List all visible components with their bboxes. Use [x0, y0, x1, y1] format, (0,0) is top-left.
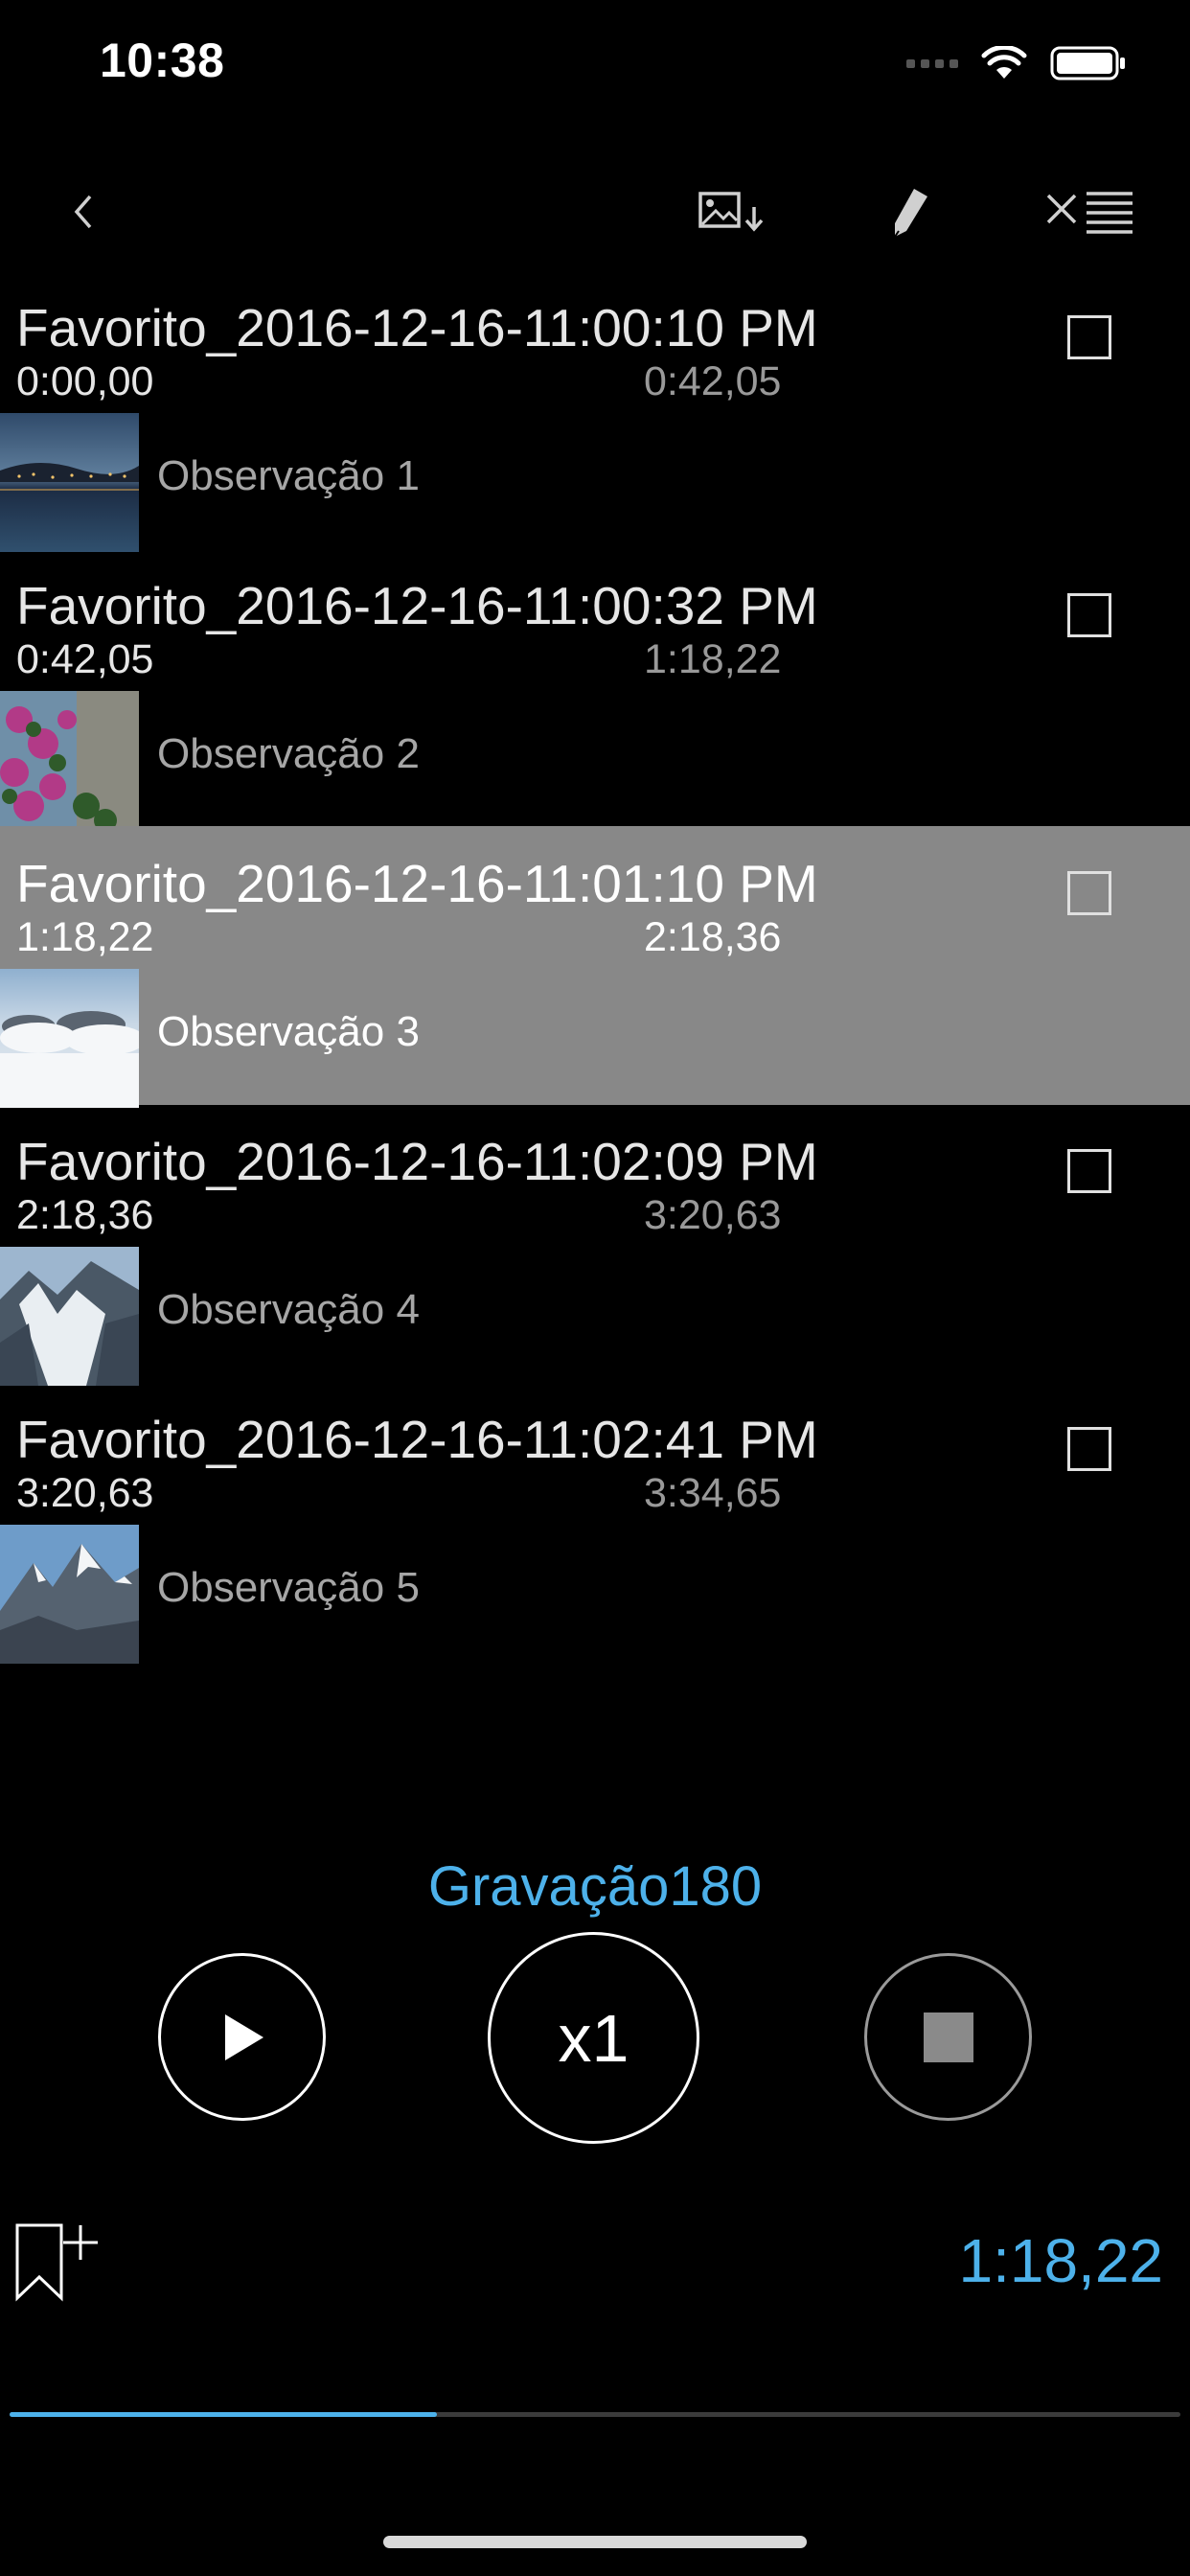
clear-list-icon [1046, 192, 1133, 234]
bookmark-note: Observação 2 [157, 730, 420, 777]
bookmark-row[interactable]: Favorito_2016-12-16-11:01:10 PM 1:18,22 2:… [0, 826, 1190, 1108]
bookmark-checkbox[interactable] [1067, 1149, 1111, 1193]
play-icon [224, 2013, 263, 2060]
bookmark-checkbox[interactable] [1067, 1427, 1111, 1471]
bookmark-note: Observação 1 [157, 452, 420, 499]
clear-list-button[interactable] [1042, 169, 1138, 255]
bookmark-thumbnail [0, 413, 139, 552]
progress-fill [10, 2412, 438, 2417]
bookmark-start-time: 1:18,22 [16, 914, 154, 960]
progress-bar[interactable] [10, 2412, 1180, 2417]
export-image-button[interactable] [690, 169, 776, 255]
image-download-icon [698, 192, 764, 232]
bookmark-thumbnail [0, 1247, 139, 1386]
recording-name: Gravação180 [427, 1855, 763, 1918]
battery-icon [1050, 46, 1125, 80]
bookmark-end-time: 2:18,36 [644, 914, 782, 960]
bookmark-thumbnail [0, 691, 139, 830]
bookmark-end-time: 0:42,05 [644, 358, 782, 404]
bookmark-note: Observação 5 [157, 1564, 420, 1611]
pencil-icon [894, 189, 927, 238]
bookmark-add-icon [15, 2223, 98, 2302]
speed-button[interactable]: x1 [488, 1932, 699, 2144]
play-button[interactable] [158, 1953, 326, 2121]
back-button[interactable] [40, 169, 126, 255]
bookmark-end-time: 3:20,63 [644, 1192, 782, 1238]
bookmark-end-time: 3:34,65 [644, 1470, 782, 1516]
edit-button[interactable] [867, 169, 953, 255]
stop-icon [923, 2012, 973, 2062]
bookmark-title: Favorito_2016-12-16-11:00:10 PM [16, 298, 818, 357]
add-bookmark-button[interactable] [13, 2221, 109, 2308]
cellular-signal-icon [906, 58, 958, 68]
bookmark-row[interactable]: Favorito_2016-12-16-11:00:10 PM 0:00,00 0:… [0, 270, 1190, 552]
bookmark-note: Observação 3 [157, 1008, 420, 1055]
bookmark-row[interactable]: Favorito_2016-12-16-11:02:41 PM 3:20,63 3:… [0, 1382, 1190, 1664]
bookmark-row[interactable]: Favorito_2016-12-16-11:02:09 PM 2:18,36 3:… [0, 1104, 1190, 1386]
bookmark-note: Observação 4 [157, 1286, 420, 1333]
bookmark-start-time: 2:18,36 [16, 1192, 154, 1238]
bookmark-thumbnail [0, 969, 139, 1108]
bookmark-checkbox[interactable] [1067, 315, 1111, 359]
wifi-icon [981, 46, 1027, 79]
bookmark-title: Favorito_2016-12-16-11:02:09 PM [16, 1132, 818, 1191]
bookmark-start-time: 0:42,05 [16, 636, 154, 682]
bookmark-start-time: 0:00,00 [16, 358, 154, 404]
bookmark-start-time: 3:20,63 [16, 1470, 154, 1516]
bookmark-row[interactable]: Favorito_2016-12-16-11:00:32 PM 0:42,05 1:… [0, 548, 1190, 830]
bookmark-end-time: 1:18,22 [644, 636, 782, 682]
bookmark-thumbnail [0, 1525, 139, 1664]
bookmark-checkbox[interactable] [1067, 871, 1111, 915]
chevron-left-icon [74, 195, 92, 229]
bookmark-title: Favorito_2016-12-16-11:01:10 PM [16, 854, 818, 913]
current-time: 1:18,22 [958, 2226, 1163, 2295]
bookmark-title: Favorito_2016-12-16-11:00:32 PM [16, 576, 818, 635]
stop-button[interactable] [864, 1953, 1032, 2121]
status-time: 10:38 [100, 34, 225, 87]
bookmark-title: Favorito_2016-12-16-11:02:41 PM [16, 1410, 818, 1469]
status-icons [906, 38, 1127, 88]
bookmark-checkbox[interactable] [1067, 593, 1111, 637]
home-indicator[interactable] [383, 2536, 807, 2548]
